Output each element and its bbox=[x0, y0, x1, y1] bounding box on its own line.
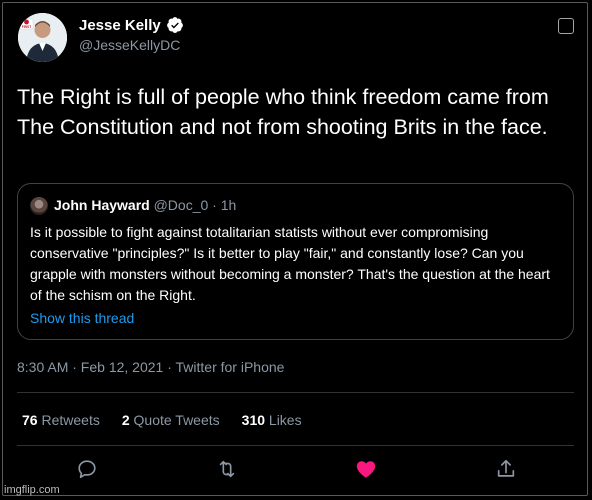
quoted-author-handle-time: @Doc_0 · 1h bbox=[153, 197, 237, 213]
quoted-tweet-text: Is it possible to fight against totalita… bbox=[30, 224, 550, 303]
imgflip-watermark: imgflip.com bbox=[4, 484, 60, 496]
reply-icon[interactable] bbox=[76, 458, 98, 480]
quote-tweets-count: 2 bbox=[121, 412, 130, 428]
like-heart-icon[interactable] bbox=[355, 458, 377, 480]
likes-count: 310 bbox=[241, 412, 266, 428]
retweets-stat[interactable]: 76 Retweets bbox=[22, 412, 100, 428]
tweet-timestamp[interactable]: 8:30 AM · Feb 12, 2021 · Twitter for iPh… bbox=[17, 359, 284, 375]
divider-top bbox=[17, 392, 574, 393]
quote-tweets-label: Quote Tweets bbox=[133, 412, 220, 428]
more-options-icon[interactable] bbox=[558, 18, 574, 34]
action-bar bbox=[0, 458, 592, 484]
quoted-tweet[interactable]: John Hayward @Doc_0 · 1h Is it possible … bbox=[17, 183, 574, 340]
retweets-label: Retweets bbox=[41, 412, 100, 428]
author-name-row: Jesse Kelly bbox=[79, 16, 184, 34]
author-display-name[interactable]: Jesse Kelly bbox=[79, 17, 161, 34]
verified-badge-icon bbox=[166, 17, 183, 33]
author-avatar[interactable]: FIRST bbox=[18, 13, 67, 62]
quoted-tweet-header: John Hayward @Doc_0 · 1h bbox=[54, 197, 236, 213]
likes-label: Likes bbox=[268, 412, 302, 428]
quoted-author-name[interactable]: John Hayward bbox=[54, 197, 150, 213]
quote-tweets-stat[interactable]: 2 Quote Tweets bbox=[122, 412, 220, 428]
retweets-count: 76 bbox=[22, 412, 38, 428]
likes-stat[interactable]: 310 Likes bbox=[242, 412, 302, 428]
show-thread-link[interactable]: Show this thread bbox=[30, 310, 134, 326]
tweet-text: The Right is full of people who think fr… bbox=[17, 85, 549, 139]
author-avatar-image: FIRST bbox=[18, 13, 67, 62]
quoted-author-avatar[interactable] bbox=[30, 197, 48, 215]
engagement-stats: 76 Retweets 2 Quote Tweets 310 Likes bbox=[22, 412, 302, 428]
divider-bottom bbox=[17, 445, 574, 446]
avatar-badge-text: FIRST bbox=[22, 25, 32, 29]
retweet-icon[interactable] bbox=[216, 458, 238, 480]
author-handle[interactable]: @JesseKellyDC bbox=[79, 37, 180, 53]
share-icon[interactable] bbox=[495, 458, 517, 480]
